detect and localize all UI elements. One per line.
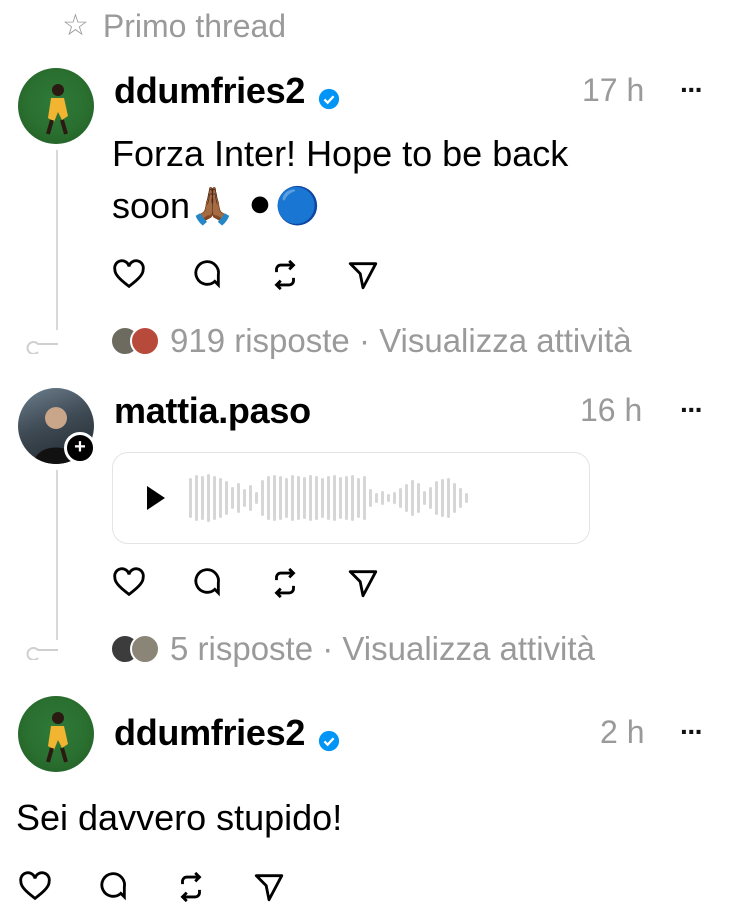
post-text-line: Forza Inter! Hope to be back — [112, 133, 569, 174]
post-actions — [112, 566, 380, 600]
username[interactable]: ddumfries2 — [114, 712, 305, 753]
follow-plus-icon[interactable]: + — [64, 432, 96, 464]
share-send-icon[interactable] — [346, 258, 380, 292]
like-heart-icon[interactable] — [112, 566, 146, 600]
star-icon[interactable]: ☆ — [62, 11, 89, 41]
verified-badge-icon — [318, 88, 339, 109]
thread-label: Primo thread — [102, 7, 287, 44]
replies-summary[interactable]: 919 risposte · Visualizza attività — [110, 322, 632, 360]
more-options-icon[interactable]: ··· — [680, 394, 704, 426]
thread-loop-icon — [24, 334, 60, 359]
avatar[interactable] — [18, 696, 94, 772]
thread-line — [56, 470, 58, 640]
reply-avatars — [110, 326, 160, 356]
avatar[interactable] — [18, 68, 94, 144]
thread-line — [56, 150, 58, 330]
more-options-icon[interactable]: ··· — [680, 74, 704, 106]
like-heart-icon[interactable] — [112, 258, 146, 292]
post-actions — [18, 870, 286, 904]
post-text: Sei davvero stupido! — [16, 797, 343, 838]
thread-loop-icon — [24, 640, 60, 665]
post-time: 16 h — [580, 392, 643, 428]
post-actions — [112, 258, 380, 292]
repost-icon[interactable] — [174, 870, 208, 904]
player-figure-icon — [46, 712, 68, 763]
comment-icon[interactable] — [190, 566, 224, 600]
more-options-icon[interactable]: ··· — [680, 716, 704, 748]
share-send-icon[interactable] — [346, 566, 380, 600]
post-text-line: soon🙏🏾 ⚫🔵 — [112, 185, 320, 226]
post-header: mattia.paso — [114, 390, 311, 432]
username[interactable]: mattia.paso — [114, 390, 311, 431]
replies-text: 919 risposte · Visualizza attività — [170, 322, 632, 359]
username[interactable]: ddumfries2 — [114, 70, 305, 111]
verified-badge-icon — [318, 730, 339, 751]
post-header: ddumfries2 — [114, 70, 340, 112]
post-time: 17 h — [582, 72, 645, 108]
comment-icon[interactable] — [190, 258, 224, 292]
replies-text: 5 risposte · Visualizza attività — [170, 630, 595, 667]
reply-avatars — [110, 634, 160, 664]
share-send-icon[interactable] — [252, 870, 286, 904]
audio-waveform — [189, 468, 468, 528]
post-header: ddumfries2 — [114, 712, 340, 754]
repost-icon[interactable] — [268, 566, 302, 600]
mini-avatar — [130, 634, 160, 664]
mini-avatar — [130, 326, 160, 356]
comment-icon[interactable] — [96, 870, 130, 904]
repost-icon[interactable] — [268, 258, 302, 292]
replies-summary[interactable]: 5 risposte · Visualizza attività — [110, 630, 595, 668]
like-heart-icon[interactable] — [18, 870, 52, 904]
play-icon[interactable] — [147, 486, 165, 510]
thread-header: ☆ Primo thread — [62, 6, 286, 46]
voice-message-player[interactable] — [112, 452, 590, 544]
post-text: Forza Inter! Hope to be back soon🙏🏾 ⚫🔵 — [112, 128, 568, 232]
player-figure-icon — [46, 84, 68, 135]
post-time: 2 h — [600, 714, 645, 750]
